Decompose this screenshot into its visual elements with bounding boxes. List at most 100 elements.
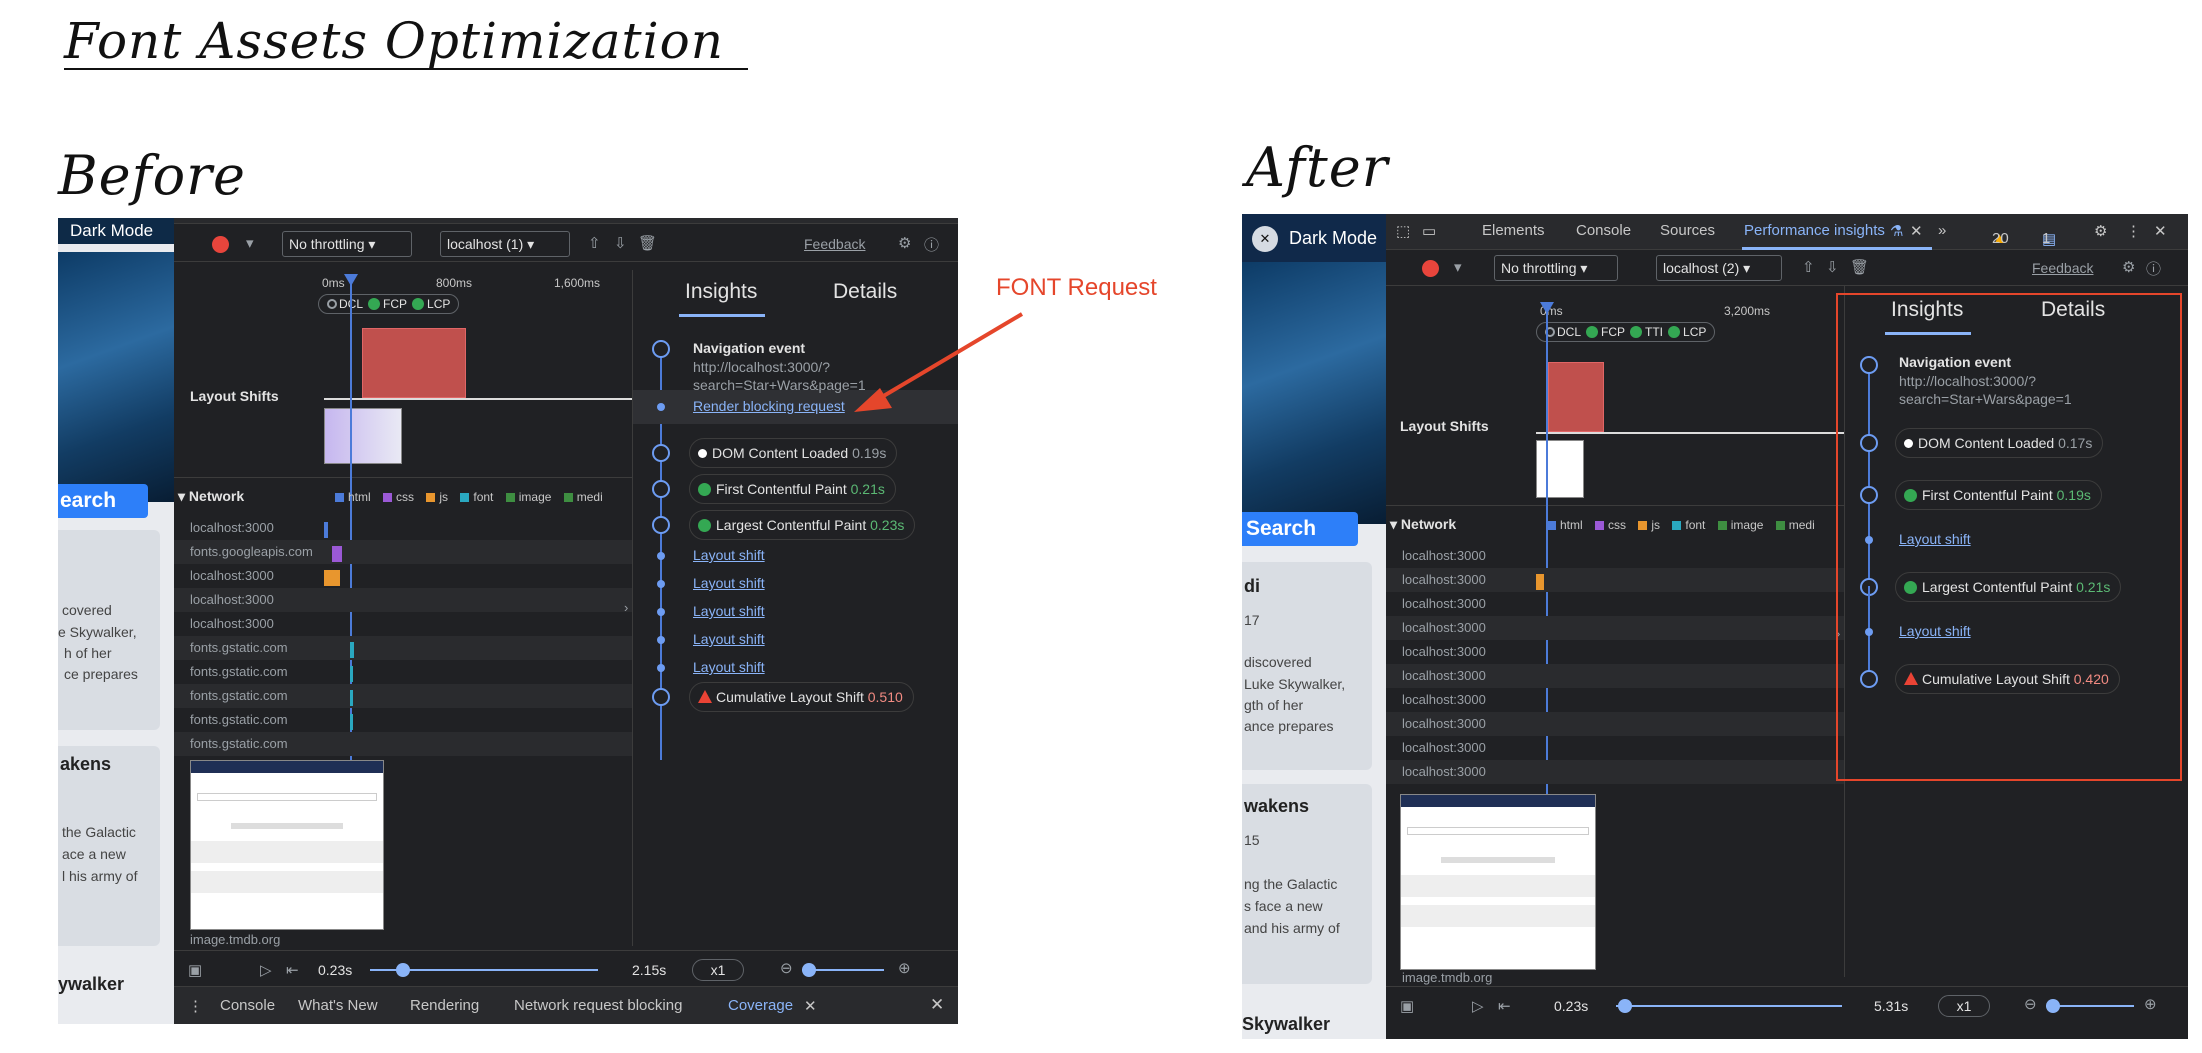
after-play-icon[interactable]: ▷ xyxy=(1472,997,1484,1015)
before-skip-start-icon[interactable]: ⇤ xyxy=(286,961,299,979)
before-tab-insights[interactable]: Insights xyxy=(685,280,757,304)
network-row[interactable]: fonts.gstatic.com xyxy=(174,708,632,732)
after-record-button[interactable] xyxy=(1422,260,1439,277)
before-zoom-in-icon[interactable]: ⊕ xyxy=(898,959,911,977)
before-record-button[interactable] xyxy=(212,236,229,253)
after-shift-thumbnail[interactable] xyxy=(1536,440,1584,498)
after-search-button[interactable]: Search xyxy=(1242,512,1358,546)
before-upload-icon[interactable]: ⇧ xyxy=(588,234,601,252)
after-upload-icon[interactable]: ⇧ xyxy=(1802,258,1815,276)
network-row[interactable]: localhost:3000 xyxy=(1386,640,1844,664)
network-request-bar[interactable] xyxy=(350,690,353,706)
after-more-icon[interactable]: ⋮ xyxy=(2126,222,2141,240)
network-request-bar[interactable] xyxy=(350,714,353,730)
network-row[interactable]: fonts.gstatic.com xyxy=(174,732,632,756)
tab-elements[interactable]: Elements xyxy=(1482,222,1545,239)
before-speed-button[interactable]: x1 xyxy=(692,959,744,981)
before-delete-icon[interactable]: 🗑 xyxy=(638,234,657,252)
before-throttling-select[interactable]: No throttling ▾ xyxy=(282,231,412,257)
before-zoom-out-icon[interactable]: ⊖ xyxy=(780,959,793,977)
network-row[interactable]: fonts.gstatic.com xyxy=(174,636,632,660)
after-zoom-knob[interactable] xyxy=(2046,999,2060,1013)
after-zoom-out-icon[interactable]: ⊖ xyxy=(2024,995,2037,1013)
network-row[interactable]: localhost:3000 xyxy=(1386,568,1844,592)
before-settings-icon[interactable]: ⚙ xyxy=(898,234,911,252)
before-movie-card[interactable]: covered e Skywalker, h of her ce prepare… xyxy=(58,530,160,730)
after-time-slider[interactable] xyxy=(1616,1005,1842,1007)
before-layout-shift-link[interactable]: Layout shift xyxy=(693,603,765,619)
more-tabs-icon[interactable]: » xyxy=(1938,222,1946,239)
before-feedback-link[interactable]: Feedback xyxy=(804,236,865,252)
before-download-icon[interactable]: ⇩ xyxy=(614,234,627,252)
network-request-bar[interactable] xyxy=(350,666,353,682)
network-row[interactable]: fonts.gstatic.com xyxy=(174,684,632,708)
before-panel-collapse-icon[interactable]: › xyxy=(624,600,628,615)
before-filmstrip-thumbnail[interactable] xyxy=(190,760,384,930)
network-row[interactable]: localhost:3000 xyxy=(1386,592,1844,616)
network-row[interactable]: fonts.gstatic.com xyxy=(174,660,632,684)
after-device-icon[interactable]: ▭ xyxy=(1422,222,1436,240)
after-movie-card[interactable]: di 17 discovered Luke Skywalker, gth of … xyxy=(1242,562,1372,770)
before-network-row[interactable]: image.tmdb.org xyxy=(174,928,632,952)
before-layout-shift-link[interactable]: Layout shift xyxy=(693,659,765,675)
after-zoom-in-icon[interactable]: ⊕ xyxy=(2144,995,2157,1013)
before-record-menu-icon[interactable]: ▾ xyxy=(246,234,254,252)
network-request-bar[interactable] xyxy=(324,570,340,586)
after-movie-card[interactable]: wakens 15 ng the Galactic s face a new a… xyxy=(1242,784,1372,984)
network-row[interactable]: localhost:3000 xyxy=(174,564,632,588)
before-zoom-knob[interactable] xyxy=(802,963,816,977)
after-throttling-select[interactable]: No throttling ▾ xyxy=(1494,255,1618,281)
network-row[interactable]: localhost:3000 xyxy=(1386,544,1844,568)
after-target-select[interactable]: localhost (2) ▾ xyxy=(1656,255,1782,281)
after-close-devtools-icon[interactable]: ✕ xyxy=(2154,222,2167,240)
network-row[interactable]: localhost:3000 xyxy=(1386,688,1844,712)
after-delete-icon[interactable]: 🗑 xyxy=(1850,258,1869,276)
tab-performance-insights[interactable]: Performance insights xyxy=(1744,222,1885,239)
before-target-select[interactable]: localhost (1) ▾ xyxy=(440,231,570,257)
network-row[interactable]: localhost:3000 xyxy=(174,612,632,636)
after-inspect-icon[interactable]: ⬚ xyxy=(1396,222,1410,240)
before-layout-shift-box[interactable] xyxy=(362,328,466,398)
after-filmstrip-thumbnail[interactable] xyxy=(1400,794,1596,970)
before-layout-shift-link[interactable]: Layout shift xyxy=(693,547,765,563)
drawer-tab-console[interactable]: Console xyxy=(220,997,275,1014)
drawer-tab-whats-new[interactable]: What's New xyxy=(298,997,378,1014)
before-render-blocking-link[interactable]: Render blocking request xyxy=(693,398,845,414)
after-record-menu-icon[interactable]: ▾ xyxy=(1454,258,1462,276)
before-shift-thumbnail[interactable] xyxy=(324,408,402,464)
before-fcp-metric[interactable]: First Contentful Paint 0.21s xyxy=(689,474,896,504)
network-request-bar[interactable] xyxy=(1536,574,1544,590)
after-skip-start-icon[interactable]: ⇤ xyxy=(1498,997,1511,1015)
before-help-icon[interactable]: ⓘ xyxy=(924,234,939,255)
before-screenshot-toggle-icon[interactable]: ▣ xyxy=(188,961,202,979)
after-settings-icon[interactable]: ⚙ xyxy=(2094,222,2107,240)
tab-console[interactable]: Console xyxy=(1576,222,1631,239)
before-drawer-close-icon[interactable]: ✕ xyxy=(930,995,944,1015)
network-row[interactable]: localhost:3000 xyxy=(1386,712,1844,736)
after-help-icon[interactable]: ⓘ xyxy=(2146,258,2161,279)
network-row[interactable]: localhost:3000 xyxy=(1386,736,1844,760)
network-request-bar[interactable] xyxy=(332,546,342,562)
before-lcp-metric[interactable]: Largest Contentful Paint 0.23s xyxy=(689,510,916,540)
network-row[interactable]: localhost:3000 xyxy=(174,588,632,612)
before-search-button[interactable]: earch xyxy=(58,484,148,518)
after-toolbar-settings-icon[interactable]: ⚙ xyxy=(2122,258,2135,276)
after-time-knob[interactable] xyxy=(1618,999,1632,1013)
network-request-bar[interactable] xyxy=(324,522,328,538)
drawer-tab-coverage[interactable]: Coverage xyxy=(728,997,793,1014)
network-row[interactable]: localhost:3000 xyxy=(1386,616,1844,640)
before-drawer-menu-icon[interactable]: ⋮ xyxy=(188,997,203,1015)
network-row[interactable]: localhost:3000 xyxy=(174,516,632,540)
network-row[interactable]: localhost:3000 xyxy=(1386,760,1844,784)
before-cursor-handle[interactable] xyxy=(344,274,358,286)
after-download-icon[interactable]: ⇩ xyxy=(1826,258,1839,276)
before-movie-card[interactable]: akens the Galactic ace a new l his army … xyxy=(58,746,160,946)
after-screenshot-toggle-icon[interactable]: ▣ xyxy=(1400,997,1414,1015)
tab-sources[interactable]: Sources xyxy=(1660,222,1715,239)
network-row[interactable]: fonts.googleapis.com xyxy=(174,540,632,564)
before-cls-metric[interactable]: Cumulative Layout Shift 0.510 xyxy=(689,682,914,712)
before-time-knob[interactable] xyxy=(396,963,410,977)
before-layout-shift-link[interactable]: Layout shift xyxy=(693,575,765,591)
after-close-chip[interactable]: ✕ xyxy=(1252,226,1278,252)
after-layout-shift-box[interactable] xyxy=(1548,362,1604,432)
